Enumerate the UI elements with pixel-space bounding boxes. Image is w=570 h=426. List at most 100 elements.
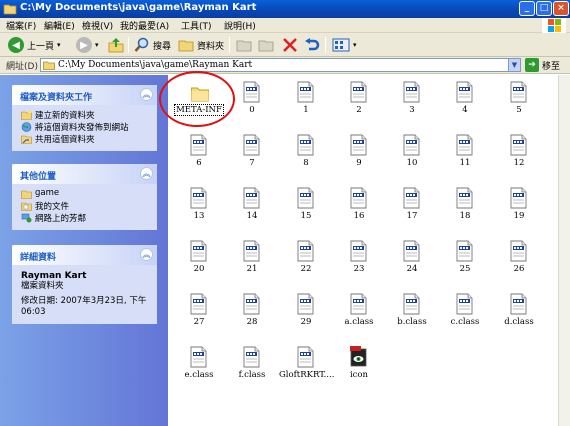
maximize-button[interactable]: □ [536,1,552,16]
go-button[interactable]: ➔ 移至 [525,58,560,72]
menu-file[interactable]: 檔案(F) [6,19,36,32]
up-folder-button[interactable] [108,36,124,54]
file-item[interactable]: 11 [438,132,492,184]
file-icon [456,293,473,315]
back-arrow-icon: ◀ [8,37,24,53]
copy-to-button[interactable] [258,36,274,54]
file-icon [243,240,260,262]
file-item[interactable]: 4 [438,79,492,131]
task-label: 建立新的資料夾 [35,111,95,121]
chevron-down-icon[interactable]: ▼ [508,59,520,71]
file-item[interactable]: 5 [492,79,546,131]
folder-icon [21,190,32,199]
file-item[interactable]: a.class [332,291,386,343]
move-to-button[interactable] [236,36,252,54]
menu-tools[interactable]: 工具(T) [181,19,212,32]
file-item[interactable]: 19 [492,185,546,237]
file-item[interactable]: 27 [172,291,226,343]
back-button[interactable]: ◀ 上一頁 ▾ [8,36,61,54]
close-button[interactable]: × [553,1,569,16]
file-item[interactable]: 1 [279,79,333,131]
file-item[interactable]: 26 [492,238,546,290]
file-icon [350,134,367,156]
undo-icon [305,38,320,51]
title-bar: C:\My Documents\java\game\Rayman Kart _ … [0,0,570,18]
address-value: C:\My Documents\java\game\Rayman Kart [58,60,253,70]
file-item[interactable]: 3 [385,79,439,131]
file-item[interactable]: d.class [492,291,546,343]
file-item[interactable]: 9 [332,132,386,184]
undo-button[interactable] [304,36,320,54]
file-item[interactable]: b.class [385,291,439,343]
file-item[interactable]: 16 [332,185,386,237]
search-button[interactable]: 搜尋 [134,36,171,54]
file-item[interactable]: e.class [172,344,226,396]
file-item[interactable]: icon [332,344,386,396]
file-label: 23 [353,264,365,274]
file-item[interactable]: 21 [225,238,279,290]
file-icon [190,187,207,209]
chevron-down-icon: ▾ [57,41,61,49]
file-item[interactable]: 22 [279,238,333,290]
file-icon [190,134,207,156]
file-item[interactable]: 20 [172,238,226,290]
windows-logo-icon [542,18,566,33]
place-game[interactable]: game [21,188,151,200]
collapse-icon[interactable]: ︽ [140,88,153,101]
file-item[interactable]: c.class [438,291,492,343]
task-publish-web[interactable]: 將這個資料夾發佈到網站 [21,121,151,133]
file-label: 8 [303,158,309,168]
file-item[interactable]: 15 [279,185,333,237]
file-item[interactable]: 23 [332,238,386,290]
menu-edit[interactable]: 編輯(E) [44,19,75,32]
detail-modified-time: 06:03 [21,307,46,317]
minimize-button[interactable]: _ [519,1,535,16]
folders-button[interactable]: 資料夾 [178,36,224,54]
file-item[interactable]: f.class [225,344,279,396]
collapse-icon[interactable]: ︽ [140,248,153,261]
details-panel-header[interactable]: 詳細資料 ︽ [12,245,157,265]
file-item[interactable]: 8 [279,132,333,184]
task-label: 共用這個資料夾 [35,135,95,145]
file-icon [190,293,207,315]
forward-button[interactable]: ▶ ▾ [76,36,99,54]
file-item[interactable]: 17 [385,185,439,237]
copy-to-icon [258,40,274,52]
views-button[interactable]: ▾ [332,36,357,54]
task-new-folder[interactable]: 建立新的資料夾 [21,109,151,121]
address-input[interactable]: C:\My Documents\java\game\Rayman Kart ▼ [40,58,521,72]
file-item[interactable]: 29 [279,291,333,343]
file-item[interactable]: 28 [225,291,279,343]
place-label: 我的文件 [35,202,70,212]
toolbar: ◀ 上一頁 ▾ ▶ ▾ 搜尋 資料夾 ▾ [0,33,570,57]
go-label: 移至 [542,61,561,72]
file-item[interactable]: 25 [438,238,492,290]
file-icon [510,81,527,103]
menu-favorites[interactable]: 我的最愛(A) [120,19,169,32]
place-network[interactable]: 網路上的芳鄰 [21,212,151,224]
my-documents-icon [21,202,32,211]
file-item[interactable]: 6 [172,132,226,184]
file-icon [297,187,314,209]
file-item[interactable]: 18 [438,185,492,237]
file-item[interactable]: GloftRKRT.... [279,344,334,396]
file-label: 18 [459,211,471,221]
file-item[interactable]: 12 [492,132,546,184]
menu-view[interactable]: 檢視(V) [82,19,113,32]
file-item[interactable]: 2 [332,79,386,131]
task-label: 將這個資料夾發佈到網站 [35,123,129,133]
place-my-documents[interactable]: 我的文件 [21,200,151,212]
file-item[interactable]: 13 [172,185,226,237]
file-item[interactable]: 14 [225,185,279,237]
places-panel-header[interactable]: 其他位置 ︽ [12,164,157,184]
task-share-folder[interactable]: 共用這個資料夾 [21,133,151,145]
file-item[interactable]: 24 [385,238,439,290]
file-item[interactable]: 10 [385,132,439,184]
delete-button[interactable] [282,36,298,54]
collapse-icon[interactable]: ︽ [140,167,153,180]
file-item[interactable]: 7 [225,132,279,184]
menu-help[interactable]: 說明(H) [224,19,256,32]
tasks-panel-header[interactable]: 檔案及資料夾工作 ︽ [12,85,157,105]
chevron-down-icon: ▾ [353,41,357,49]
vertical-scrollbar[interactable] [558,75,570,426]
